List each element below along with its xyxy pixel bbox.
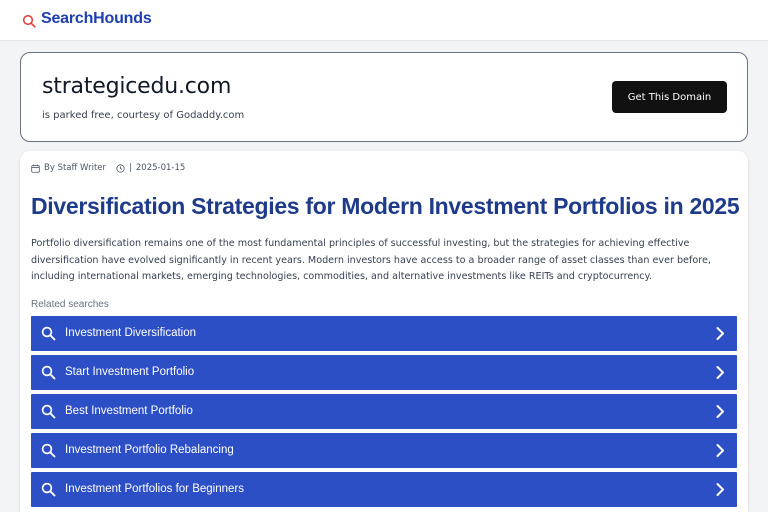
related-search-label: Start Investment Portfolio <box>65 366 195 378</box>
article-author: By Staff Writer <box>44 163 106 173</box>
related-search-item[interactable]: Start Investment Portfolio <box>31 355 737 390</box>
intro-line: Portfolio diversification remains one of… <box>31 238 690 249</box>
get-domain-button[interactable]: Get This Domain <box>612 81 727 113</box>
article-intro: Portfolio diversification remains one of… <box>31 236 731 286</box>
intro-line: diversification have evolved significant… <box>31 254 711 266</box>
search-icon <box>41 326 56 341</box>
related-search-label: Investment Diversification <box>65 327 197 339</box>
search-icon <box>41 365 56 380</box>
domain-card: strategicedu.com is parked free, courtes… <box>20 52 748 142</box>
domain-name: strategicedu.com <box>42 74 232 99</box>
search-icon <box>41 404 56 419</box>
related-searches-label: Related searches <box>31 299 109 310</box>
related-search-label: Investment Portfolios for Beginners <box>65 483 244 495</box>
brand-logo-link[interactable]: SearchHounds <box>22 10 152 28</box>
domain-subtitle: is parked free, courtesy of Godaddy.com <box>42 110 245 121</box>
brand-name: SearchHounds <box>41 10 152 27</box>
article-meta: By Staff Writer | 2025-01-15 <box>31 163 185 173</box>
related-search-label: Best Investment Portfolio <box>65 405 193 417</box>
article-card: By Staff Writer | 2025-01-15 Diversifica… <box>20 151 748 512</box>
related-searches-list: Investment Diversification Start Investm… <box>31 316 737 511</box>
chevron-right-icon <box>716 483 724 496</box>
chevron-right-icon <box>716 327 724 340</box>
chevron-right-icon <box>716 444 724 457</box>
related-search-item[interactable]: Investment Portfolio Rebalancing <box>31 433 737 468</box>
related-search-item[interactable]: Best Investment Portfolio <box>31 394 737 429</box>
article-date: 2025-01-15 <box>135 163 186 173</box>
related-search-item[interactable]: Investment Diversification <box>31 316 737 351</box>
intro-line: including international markets, emergin… <box>31 271 652 282</box>
search-icon <box>41 443 56 458</box>
calendar-icon <box>31 164 40 173</box>
related-search-item[interactable]: Investment Portfolios for Beginners <box>31 472 737 507</box>
meta-separator: | <box>129 163 132 173</box>
top-bar: SearchHounds <box>0 0 768 41</box>
search-icon <box>22 14 36 28</box>
search-icon <box>41 482 56 497</box>
chevron-right-icon <box>716 405 724 418</box>
clock-icon <box>116 163 125 173</box>
chevron-right-icon <box>716 366 724 379</box>
related-search-label: Investment Portfolio Rebalancing <box>65 444 234 456</box>
article-title: Diversification Strategies for Modern In… <box>31 193 740 219</box>
